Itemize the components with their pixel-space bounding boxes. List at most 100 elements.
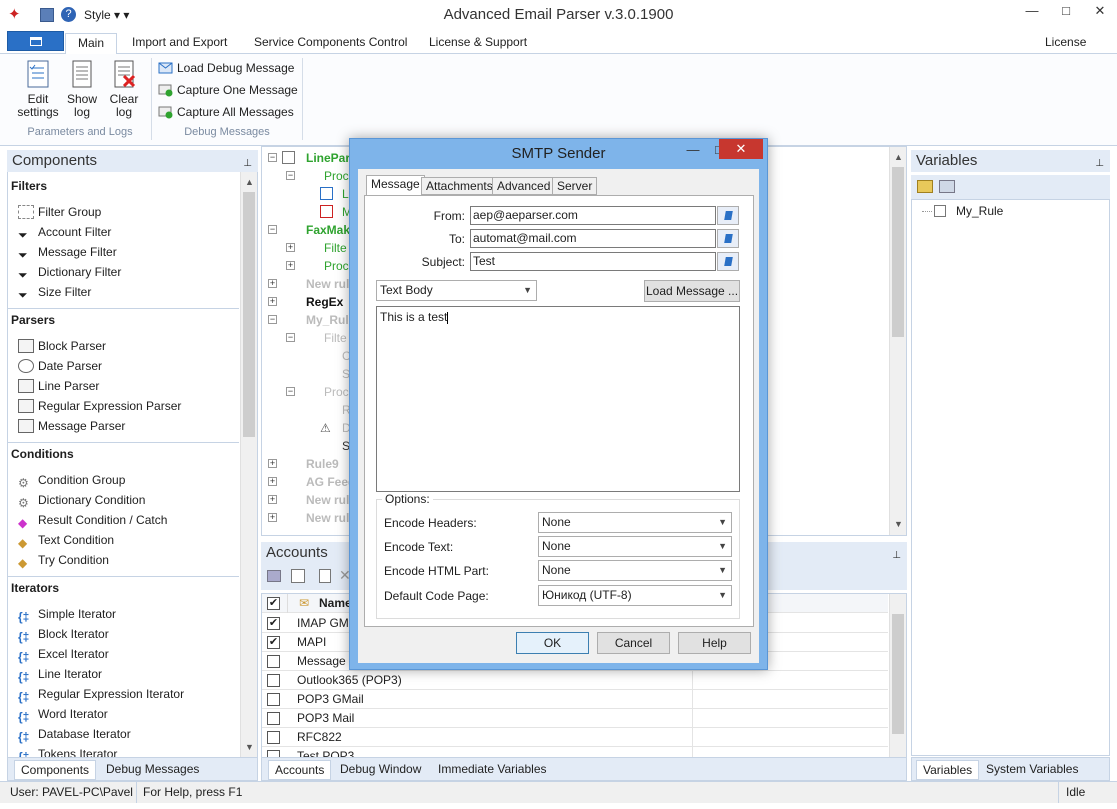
to-address-book-button[interactable] xyxy=(717,229,739,248)
body-type-select[interactable]: Text Body ▼ xyxy=(376,280,537,301)
component-block-parser[interactable]: Block Parser xyxy=(18,336,106,356)
pin-icon[interactable]: ⊥ xyxy=(1095,153,1104,175)
scroll-down-arrow[interactable]: ▼ xyxy=(241,739,257,756)
tab-accounts[interactable]: Accounts xyxy=(268,760,332,780)
component-word-iterator[interactable]: {‡ Word Iterator xyxy=(18,704,108,724)
component-regex-iterator[interactable]: {‡ Regular Expression Iterator xyxy=(18,684,184,704)
scroll-down-arrow[interactable]: ▼ xyxy=(890,516,907,533)
section-conditions[interactable]: Conditions xyxy=(8,442,239,464)
section-iterators[interactable]: Iterators xyxy=(8,576,239,598)
scroll-thumb[interactable] xyxy=(892,167,904,337)
add-variable-icon[interactable] xyxy=(939,180,955,193)
scroll-up-arrow[interactable]: ▲ xyxy=(890,149,907,166)
cancel-button[interactable]: Cancel xyxy=(597,632,670,654)
scroll-thumb[interactable] xyxy=(892,614,904,734)
component-message-parser[interactable]: Message Parser xyxy=(18,416,125,436)
component-message-filter[interactable]: ⏷ Message Filter xyxy=(18,242,117,262)
encode-headers-select[interactable]: None ▼ xyxy=(538,512,732,533)
encode-text-select[interactable]: None ▼ xyxy=(538,536,732,557)
components-scrollbar[interactable]: ▲ ▼ xyxy=(240,172,257,757)
to-field[interactable]: automat@mail.com xyxy=(470,229,716,248)
license-info-link[interactable]: License info xyxy=(1033,33,1117,68)
section-parsers[interactable]: Parsers xyxy=(8,308,239,330)
component-try-condition[interactable]: ◆ Try Condition xyxy=(18,550,109,570)
code-page-select[interactable]: Юникод (UTF-8) ▼ xyxy=(538,585,732,606)
from-field[interactable]: aep@aeparser.com xyxy=(470,206,716,225)
close-button[interactable]: ✕ xyxy=(1083,0,1117,22)
component-line-iterator[interactable]: {‡ Line Iterator xyxy=(18,664,102,684)
account-toolbar-icon[interactable] xyxy=(267,570,281,582)
tab-main[interactable]: Main xyxy=(65,33,118,55)
subject-field[interactable]: Test xyxy=(470,252,716,271)
tab-message[interactable]: Message xyxy=(366,175,425,196)
row-checkbox[interactable]: ✔ xyxy=(267,617,280,630)
component-excel-iterator[interactable]: {‡ Excel Iterator xyxy=(18,644,109,664)
encode-html-select[interactable]: None ▼ xyxy=(538,560,732,581)
new-account-icon[interactable] xyxy=(319,569,331,583)
from-address-book-button[interactable] xyxy=(717,206,739,225)
component-regex-parser[interactable]: Regular Expression Parser xyxy=(18,396,181,416)
component-dictionary-condition[interactable]: ⚙ Dictionary Condition xyxy=(18,490,145,510)
tab-variables[interactable]: Variables xyxy=(916,760,980,780)
component-condition-group[interactable]: ⚙ Condition Group xyxy=(18,470,125,490)
maximize-button[interactable]: □ xyxy=(1049,0,1083,22)
tab-advanced[interactable]: Advanced xyxy=(492,177,556,195)
tree-scrollbar[interactable]: ▲ ▼ xyxy=(889,147,906,535)
component-size-filter[interactable]: ⏷ Size Filter xyxy=(18,282,91,302)
application-menu-button[interactable] xyxy=(7,31,64,51)
component-result-condition[interactable]: ◆ Result Condition / Catch xyxy=(18,510,167,530)
table-row[interactable]: POP3 Mail xyxy=(262,709,888,728)
tab-debug-messages[interactable]: Debug Messages xyxy=(100,760,205,780)
row-checkbox[interactable]: ✔ xyxy=(267,636,280,649)
help-button[interactable]: Help xyxy=(678,632,751,654)
table-row[interactable]: Outlook365 (POP3) xyxy=(262,671,888,690)
component-filter-group[interactable]: Filter Group xyxy=(18,202,101,222)
component-tokens-iterator[interactable]: {‡ Tokens Iterator xyxy=(18,744,117,757)
body-textarea[interactable]: This is a test xyxy=(376,306,740,492)
dialog-close-button[interactable]: ✕ xyxy=(719,139,763,159)
capture-all-messages-button[interactable]: Capture All Messages xyxy=(157,102,294,122)
ok-button[interactable]: OK xyxy=(516,632,589,654)
tab-attachments[interactable]: Attachments xyxy=(421,177,498,195)
component-date-parser[interactable]: Date Parser xyxy=(18,356,102,376)
subject-options-button[interactable] xyxy=(717,252,739,271)
add-folder-icon[interactable] xyxy=(917,180,933,193)
component-dictionary-filter[interactable]: ⏷ Dictionary Filter xyxy=(18,262,121,282)
row-checkbox[interactable] xyxy=(267,674,280,687)
tab-components[interactable]: Components xyxy=(14,760,97,780)
component-account-filter[interactable]: ⏷ Account Filter xyxy=(18,222,111,242)
row-checkbox[interactable] xyxy=(267,655,280,668)
component-block-iterator[interactable]: {‡ Block Iterator xyxy=(18,624,109,644)
tab-import-export[interactable]: Import and Export xyxy=(120,33,239,54)
minimize-button[interactable]: — xyxy=(1015,0,1049,22)
tab-server[interactable]: Server xyxy=(552,177,598,195)
scroll-up-arrow[interactable]: ▲ xyxy=(241,174,257,191)
edit-settings-button[interactable]: Edit settings xyxy=(16,58,60,119)
component-simple-iterator[interactable]: {‡ Simple Iterator xyxy=(18,604,116,624)
tab-immediate-variables[interactable]: Immediate Variables xyxy=(432,760,553,780)
tab-debug-window[interactable]: Debug Window xyxy=(334,760,427,780)
load-debug-message-button[interactable]: Load Debug Message xyxy=(157,58,294,78)
column-name[interactable]: Name xyxy=(319,594,352,613)
accounts-scrollbar[interactable]: ▼ xyxy=(889,594,906,779)
tab-license-support[interactable]: License & Support xyxy=(417,33,539,54)
dialog-minimize-button[interactable]: — xyxy=(680,139,706,161)
tab-system-variables[interactable]: System Variables xyxy=(980,760,1084,780)
show-log-button[interactable]: Show log xyxy=(60,58,104,119)
capture-one-message-button[interactable]: Capture One Message xyxy=(157,80,298,100)
table-row[interactable]: RFC822 xyxy=(262,728,888,747)
scroll-thumb[interactable] xyxy=(243,192,255,437)
row-checkbox[interactable] xyxy=(267,693,280,706)
load-message-button[interactable]: Load Message ... xyxy=(644,280,740,302)
tab-service-components[interactable]: Service Components Control xyxy=(242,33,419,54)
component-database-iterator[interactable]: {‡ Database Iterator xyxy=(18,724,131,744)
row-checkbox[interactable] xyxy=(267,712,280,725)
component-line-parser[interactable]: Line Parser xyxy=(18,376,99,396)
clear-log-button[interactable]: Clear log xyxy=(102,58,146,119)
account-settings-icon[interactable] xyxy=(291,569,305,583)
table-row[interactable]: POP3 GMail xyxy=(262,690,888,709)
section-filters[interactable]: Filters xyxy=(8,175,239,197)
row-checkbox[interactable] xyxy=(267,731,280,744)
component-text-condition[interactable]: ◆ Text Condition xyxy=(18,530,114,550)
select-all-checkbox[interactable]: ✔ xyxy=(267,597,280,610)
